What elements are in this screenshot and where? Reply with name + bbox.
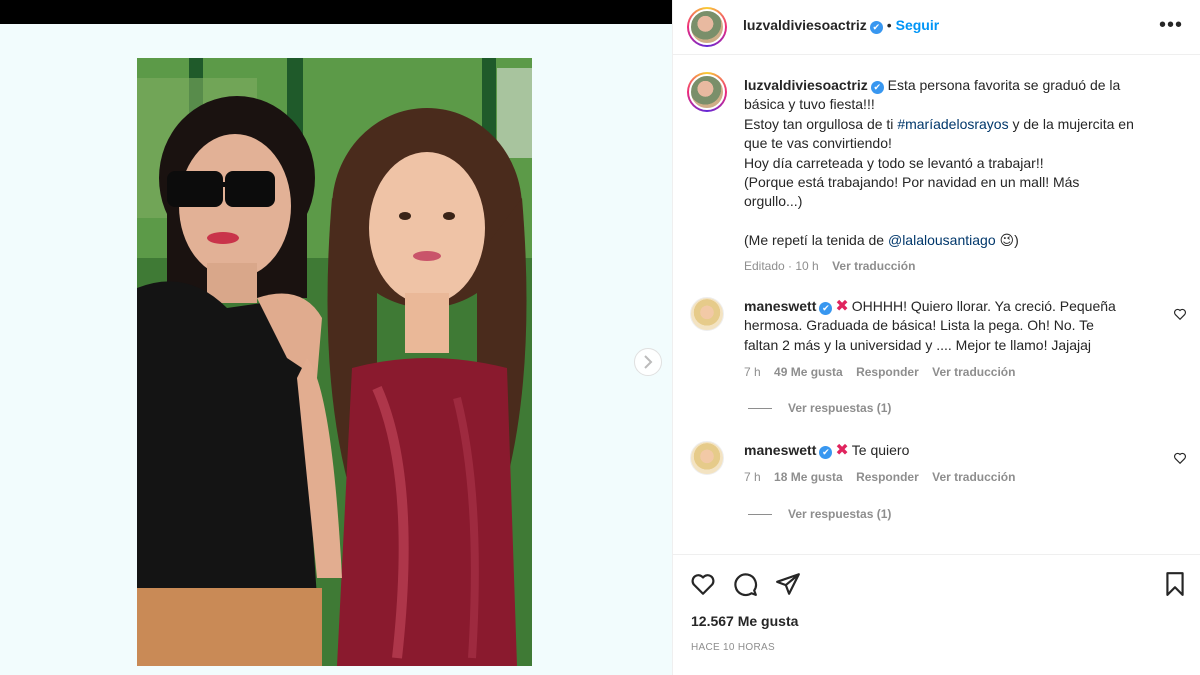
- comment-1-line-3: faltan 2 más y la universidad y .... Mej…: [744, 336, 1092, 353]
- commenter-username[interactable]: maneswett: [744, 442, 816, 458]
- separator-dot: •: [886, 17, 892, 33]
- comment-2-line-1: Te quiero: [851, 442, 910, 458]
- comment-2: maneswett ✔ ✖ Te quiero 7 h 18 Me gusta Res…: [744, 441, 1164, 488]
- comment-translation-link[interactable]: Ver traducción: [932, 470, 1015, 484]
- x-mark-icon: ✖: [835, 442, 849, 459]
- bookmark-icon[interactable]: [1162, 571, 1188, 597]
- caption-line-5: Hoy día carreteada y todo se levantó a t…: [744, 154, 1044, 171]
- comment-1-meta: 7 h 49 Me gusta Responder Ver traducción: [744, 363, 1164, 382]
- view-replies-2[interactable]: Ver respuestas (1): [748, 507, 891, 521]
- view-replies-label: Ver respuestas (1): [788, 401, 892, 415]
- reply-link[interactable]: Responder: [856, 365, 919, 379]
- media-panel: [0, 0, 672, 675]
- caption-line-2: básica y tuvo fiesta!!!: [744, 96, 875, 113]
- verified-icon: ✔: [819, 302, 833, 315]
- comment-1: maneswett ✔ ✖ OHHHH! Quiero llorar. Ya crec…: [744, 297, 1164, 383]
- post-header: luzvaldiviesoactriz ✔ • Seguir •••: [673, 0, 1200, 55]
- follow-button[interactable]: Seguir: [896, 17, 940, 33]
- comment-likes-link[interactable]: 49 Me gusta: [774, 365, 843, 379]
- caption-line-3-pre: Estoy tan orgullosa de ti: [744, 115, 898, 132]
- caption-line-3-post: y de la mujercita en: [1008, 115, 1134, 132]
- replies-divider: [748, 408, 772, 410]
- mention-link[interactable]: @lalalousantiago: [888, 232, 996, 248]
- post-actions: 12.567 Me gusta HACE 10 HORAS: [673, 554, 1200, 675]
- more-options-icon[interactable]: •••: [1159, 14, 1183, 37]
- caption-username[interactable]: luzvaldiviesoactriz: [744, 77, 868, 93]
- verified-icon: ✔: [869, 21, 883, 34]
- caption-author-avatar[interactable]: [687, 72, 727, 112]
- comment-likes-link[interactable]: 18 Me gusta: [774, 470, 843, 484]
- share-send-icon[interactable]: [775, 571, 801, 597]
- caption-meta: Editado · 10 h Ver traducción: [744, 257, 1174, 276]
- author-avatar[interactable]: [687, 7, 727, 47]
- reply-link[interactable]: Responder: [856, 470, 919, 484]
- edited-label: Editado · 10 h: [744, 258, 819, 273]
- wink-emoji: 😉: [999, 232, 1015, 249]
- top-black-bar: [0, 0, 672, 24]
- comment-2-meta: 7 h 18 Me gusta Responder Ver traducción: [744, 468, 1164, 487]
- caption-line-8-pre: (Me repetí la tenida de: [744, 232, 888, 249]
- chevron-right-icon: [644, 355, 653, 369]
- x-mark-icon: ✖: [835, 298, 849, 315]
- caption-line-6: (Porque está trabajando! Por navidad en …: [744, 174, 1080, 191]
- instagram-post-view: luzvaldiviesoactriz ✔ • Seguir ••• luzvaldi…: [0, 0, 1200, 675]
- photo-illustration: [137, 58, 532, 666]
- comment-like-heart-icon[interactable]: [1173, 451, 1187, 465]
- post-caption: luzvaldiviesoactriz ✔ Esta persona favori…: [744, 76, 1174, 276]
- comment-like-heart-icon[interactable]: [1173, 307, 1187, 321]
- see-translation-link[interactable]: Ver traducción: [832, 259, 915, 273]
- comment-1-line-1: OHHHH! Quiero llorar. Ya creció. Pequeña: [851, 298, 1116, 314]
- hashtag-link[interactable]: #maríadelosrayos: [897, 116, 1008, 132]
- comment-time: 7 h: [744, 470, 761, 485]
- comment-time: 7 h: [744, 365, 761, 380]
- caption-line-1: Esta persona favorita se graduó de la: [887, 77, 1121, 93]
- likes-count[interactable]: 12.567 Me gusta: [691, 613, 798, 629]
- post-timestamp: HACE 10 HORAS: [691, 642, 775, 653]
- verified-icon: ✔: [819, 446, 833, 459]
- view-replies-label: Ver respuestas (1): [788, 507, 892, 521]
- verified-icon: ✔: [870, 81, 884, 94]
- view-replies-1[interactable]: Ver respuestas (1): [748, 401, 891, 415]
- replies-divider: [748, 514, 772, 516]
- caption-line-4: que te vas convirtiendo!: [744, 135, 892, 152]
- like-heart-icon[interactable]: [690, 571, 716, 597]
- comment-translation-link[interactable]: Ver traducción: [932, 365, 1015, 379]
- post-photo[interactable]: [137, 58, 532, 666]
- comment-bubble-icon[interactable]: [732, 571, 758, 597]
- commenter-avatar[interactable]: [690, 441, 724, 475]
- post-sidebar: luzvaldiviesoactriz ✔ • Seguir ••• luzvaldi…: [672, 0, 1200, 675]
- author-username[interactable]: luzvaldiviesoactriz: [743, 17, 867, 33]
- comment-1-line-2: hermosa. Graduada de básica! Lista la pe…: [744, 317, 1094, 334]
- next-photo-button[interactable]: [634, 348, 662, 376]
- commenter-avatar[interactable]: [690, 297, 724, 331]
- caption-line-8-post: ): [1014, 232, 1019, 249]
- commenter-username[interactable]: maneswett: [744, 298, 816, 314]
- author-line: luzvaldiviesoactriz ✔ • Seguir: [743, 17, 939, 35]
- caption-line-7: orgullo...): [744, 193, 803, 210]
- comments-scroll-area[interactable]: luzvaldiviesoactriz ✔ Esta persona favori…: [673, 56, 1200, 553]
